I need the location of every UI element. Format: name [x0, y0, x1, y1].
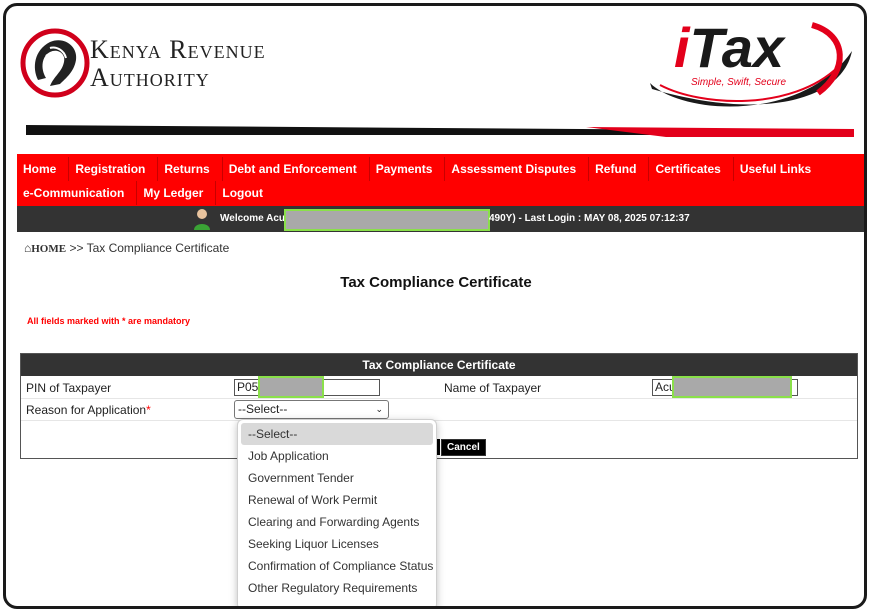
nav-logout[interactable]: Logout: [216, 181, 275, 205]
reason-select-value: --Select--: [238, 402, 288, 416]
nav-payments[interactable]: Payments: [370, 157, 446, 181]
tcc-form: Tax Compliance Certificate PIN of Taxpay…: [20, 353, 858, 459]
breadcrumb-separator: >>: [69, 241, 84, 255]
header-divider-swoosh: [26, 125, 854, 137]
redacted-pin: [258, 376, 324, 398]
nav-debt-enforcement[interactable]: Debt and Enforcement: [223, 157, 370, 181]
page: Kenya Revenue Authority iTax Simple, Swi…: [14, 6, 864, 606]
main-nav: Home Registration Returns Debt and Enfor…: [17, 154, 864, 206]
nav-registration[interactable]: Registration: [69, 157, 159, 181]
redacted-username: [284, 209, 490, 231]
pin-label: PIN of Taxpayer: [26, 381, 112, 395]
mandatory-note: All fields marked with * are mandatory: [27, 316, 191, 326]
nav-home[interactable]: Home: [17, 157, 70, 181]
reason-label-text: Reason for Application: [26, 403, 147, 417]
option-compliance-status[interactable]: Confirmation of Compliance Status: [241, 555, 433, 577]
nav-refund[interactable]: Refund: [589, 157, 650, 181]
option-other-regulatory[interactable]: Other Regulatory Requirements: [241, 577, 433, 599]
itax-logo: iTax Simple, Swift, Secure: [642, 11, 860, 121]
option-job-application[interactable]: Job Application: [241, 445, 433, 467]
name-label: Name of Taxpayer: [444, 381, 542, 395]
itax-tax: Tax: [689, 16, 784, 79]
org-name-line2: Authority: [90, 63, 210, 92]
kra-wordmark: Kenya Revenue Authority: [90, 36, 266, 92]
form-heading: Tax Compliance Certificate: [21, 354, 857, 376]
itax-i: i: [674, 16, 690, 79]
browser-frame: Kenya Revenue Authority iTax Simple, Swi…: [3, 3, 867, 609]
welcome-bar: Welcome Acu 490Y) - Last Login : MAY 08,…: [17, 206, 864, 232]
nav-row-1: Home Registration Returns Debt and Enfor…: [17, 157, 823, 181]
nav-certificates[interactable]: Certificates: [649, 157, 734, 181]
redacted-name: [672, 376, 792, 398]
breadcrumb-current: Tax Compliance Certificate: [86, 241, 230, 255]
chevron-down-icon: ⌄: [375, 404, 383, 414]
cancel-button[interactable]: Cancel: [441, 439, 486, 456]
breadcrumb-home-link[interactable]: HOME: [31, 243, 66, 255]
nav-assessment-disputes[interactable]: Assessment Disputes: [445, 157, 590, 181]
option-renewal-work-permit[interactable]: Renewal of Work Permit: [241, 489, 433, 511]
nav-returns[interactable]: Returns: [158, 157, 223, 181]
form-row-pin: PIN of Taxpayer P05 Name of Taxpayer Acu: [21, 376, 857, 399]
option-select-placeholder[interactable]: --Select--: [241, 423, 433, 445]
reason-select[interactable]: --Select-- ⌄: [234, 400, 389, 419]
last-login-text: 490Y) - Last Login : MAY 08, 2025 07:12:…: [489, 213, 690, 224]
nav-my-ledger[interactable]: My Ledger: [137, 181, 217, 205]
breadcrumb: ⌂HOME >> Tax Compliance Certificate: [24, 241, 229, 255]
form-row-reason: Reason for Application* --Select-- ⌄: [21, 399, 857, 421]
required-asterisk: *: [146, 403, 151, 417]
page-title: Tax Compliance Certificate: [340, 274, 532, 291]
nav-useful-links[interactable]: Useful Links: [734, 157, 823, 181]
nav-e-communication[interactable]: e-Communication: [17, 181, 138, 205]
kra-lion-logo: [20, 28, 90, 98]
option-liquor-licenses[interactable]: Seeking Liquor Licenses: [241, 533, 433, 555]
reason-dropdown-list: --Select-- Job Application Government Te…: [237, 419, 437, 606]
org-name-line1: Kenya Revenue: [90, 35, 266, 64]
itax-wordmark: iTax: [674, 15, 784, 80]
reason-label: Reason for Application*: [26, 403, 151, 417]
option-clearing-forwarding[interactable]: Clearing and Forwarding Agents: [241, 511, 433, 533]
user-avatar-icon: [194, 209, 210, 230]
welcome-text: Welcome Acu: [220, 213, 286, 224]
option-government-tender[interactable]: Government Tender: [241, 467, 433, 489]
nav-row-2: e-Communication My Ledger Logout: [17, 181, 275, 205]
itax-tagline: Simple, Swift, Secure: [691, 77, 787, 88]
